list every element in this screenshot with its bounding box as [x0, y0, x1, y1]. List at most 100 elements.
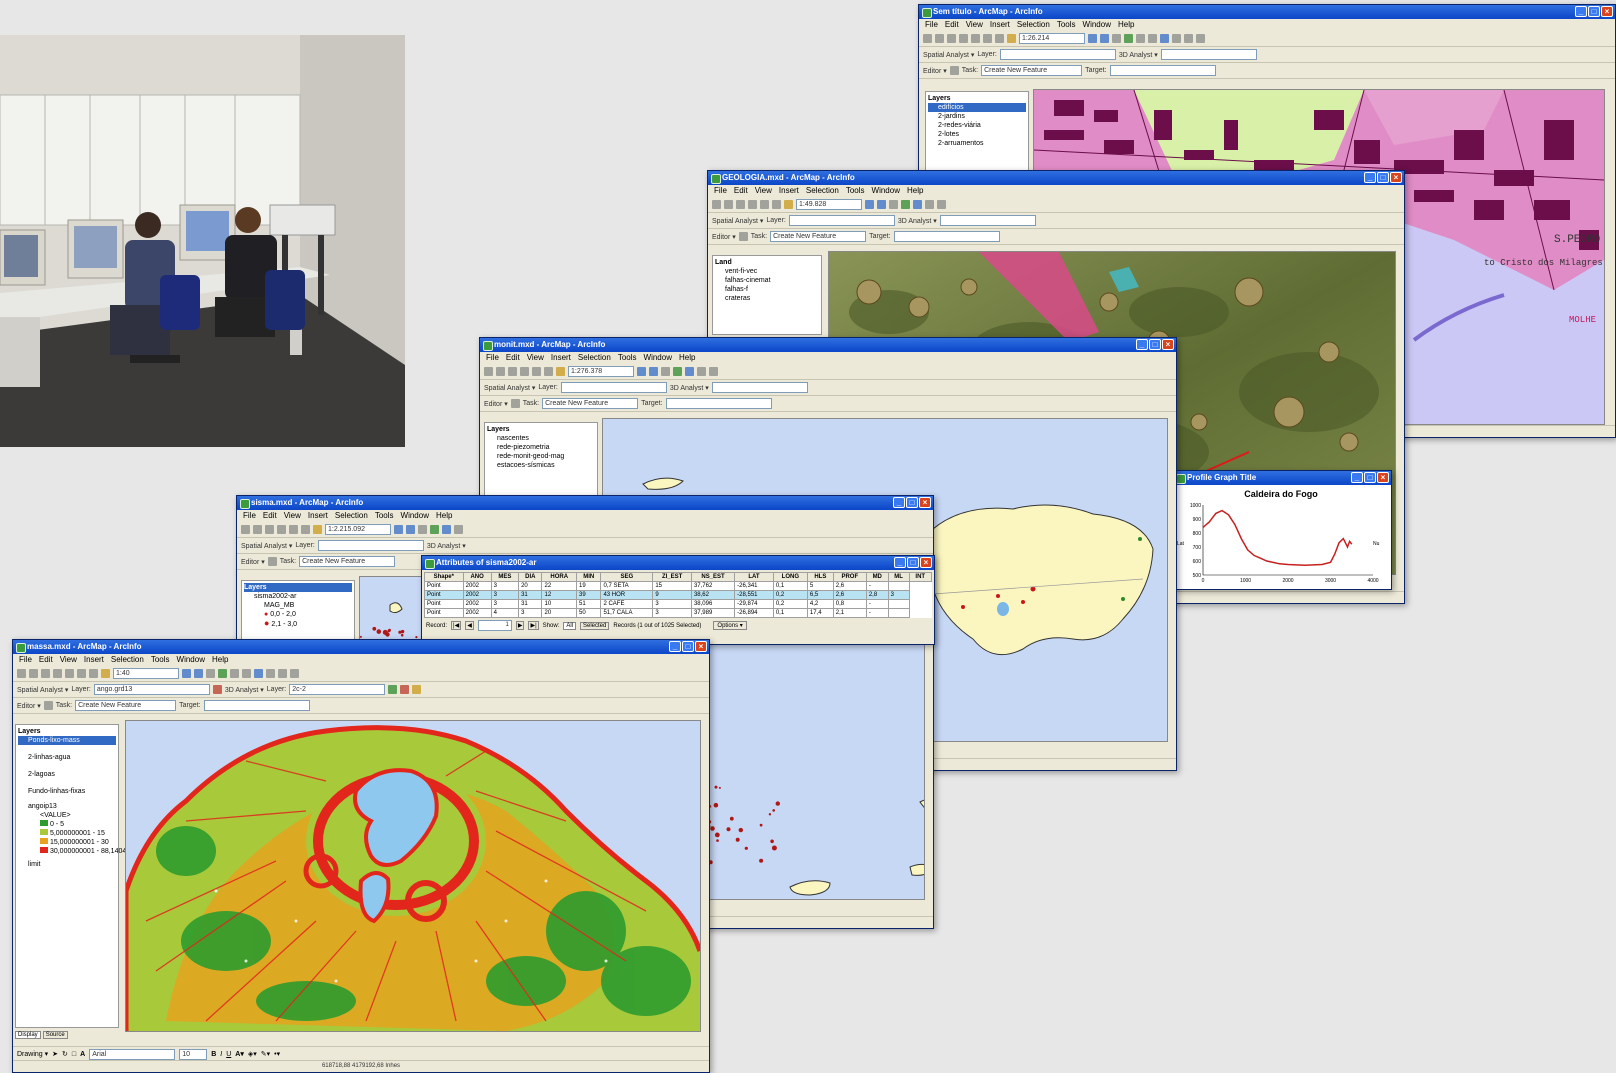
editor-menu[interactable]: Editor ▾: [923, 67, 947, 75]
table-row-selected[interactable]: Point 2002 3 31 12 39 43 HOR 9 38,62 -28,551 0,2 6,…: [424, 590, 932, 600]
3d-analyst-menu[interactable]: 3D Analyst ▾: [1119, 51, 1158, 59]
spatial-analyst-menu[interactable]: Spatial Analyst ▾: [484, 384, 535, 392]
fill-color-icon[interactable]: ◈▾: [248, 1050, 257, 1058]
menu-view[interactable]: View: [966, 20, 983, 29]
find-icon[interactable]: [937, 200, 946, 209]
toc-layer[interactable]: falhas-cinemat: [715, 276, 819, 285]
table-of-contents[interactable]: Layers nascentes rede-piezometria rede-m…: [484, 422, 598, 502]
identify-icon[interactable]: [454, 525, 463, 534]
layer-combo[interactable]: ango.grd13: [93, 684, 210, 695]
copy-icon[interactable]: [772, 200, 781, 209]
title-bar[interactable]: GEOLOGIA.mxd - ArcMap - ArcInfo _ □ ×: [708, 171, 1404, 185]
zoom-out-icon[interactable]: [877, 200, 886, 209]
toc-layer[interactable]: crateras: [715, 294, 819, 303]
sketch-tool-icon[interactable]: [267, 557, 277, 566]
scale-combo[interactable]: 1:26.214: [1019, 33, 1085, 44]
3d-layer-combo[interactable]: [1160, 49, 1257, 60]
select-icon[interactable]: [1160, 34, 1169, 43]
menu-file[interactable]: File: [925, 20, 938, 29]
table-of-contents[interactable]: Layers Ponds-lixo-mass 2-linhas-agua 2-l…: [15, 724, 126, 1028]
contour-icon[interactable]: [400, 685, 410, 694]
add-data-icon[interactable]: [1007, 34, 1016, 43]
menu-view[interactable]: View: [527, 353, 544, 362]
select-icon[interactable]: [442, 525, 451, 534]
copy-icon[interactable]: [77, 669, 86, 678]
task-combo[interactable]: Create New Feature: [75, 700, 177, 711]
interpolate-icon[interactable]: [388, 685, 398, 694]
spatial-analyst-menu[interactable]: Spatial Analyst ▾: [17, 686, 68, 694]
marker-color-icon[interactable]: •▾: [274, 1050, 280, 1058]
save-icon[interactable]: [508, 367, 517, 376]
zoom-in-icon[interactable]: [182, 669, 191, 678]
menu-view[interactable]: View: [284, 511, 301, 520]
drawing-menu[interactable]: Drawing ▾: [17, 1050, 48, 1058]
spatial-analyst-menu[interactable]: Spatial Analyst ▾: [923, 51, 974, 59]
zoom-in-icon[interactable]: [394, 525, 403, 534]
layer-combo[interactable]: [317, 540, 424, 551]
measure-icon[interactable]: [1196, 34, 1205, 43]
new-icon[interactable]: [923, 34, 932, 43]
table-of-contents[interactable]: Land vent-fi-vec falhas-cinemat falhas-f…: [712, 255, 822, 335]
toc-layer[interactable]: 2-jardins: [928, 112, 1026, 121]
open-icon[interactable]: [935, 34, 944, 43]
sketch-tool-icon[interactable]: [43, 701, 53, 710]
scale-combo[interactable]: 1:2.215.092: [325, 524, 391, 535]
close-button[interactable]: ×: [1601, 6, 1613, 17]
show-selected-button[interactable]: Selected: [580, 621, 610, 630]
menu-tools[interactable]: Tools: [375, 511, 394, 520]
column-header[interactable]: SEG: [600, 572, 654, 582]
column-header[interactable]: MIN: [576, 572, 602, 582]
zoom-in-icon[interactable]: [865, 200, 874, 209]
new-icon[interactable]: [712, 200, 721, 209]
menu-window[interactable]: Window: [1083, 20, 1111, 29]
print-icon[interactable]: [53, 669, 62, 678]
cut-icon[interactable]: [289, 525, 298, 534]
pan-icon[interactable]: [206, 669, 215, 678]
toc-layer[interactable]: 2-linhas-agua: [18, 753, 116, 762]
menu-window[interactable]: Window: [644, 353, 672, 362]
menu-insert[interactable]: Insert: [84, 655, 104, 664]
save-icon[interactable]: [41, 669, 50, 678]
new-icon[interactable]: [484, 367, 493, 376]
menu-tools[interactable]: Tools: [846, 186, 865, 195]
open-icon[interactable]: [496, 367, 505, 376]
3d-analyst-menu[interactable]: 3D Analyst ▾: [898, 217, 937, 225]
print-icon[interactable]: [520, 367, 529, 376]
attribute-grid[interactable]: Shape* ANO MES DIA HORA MIN SEG ZI_EST NS_EST LAT…: [424, 572, 932, 618]
next-record-button[interactable]: ▶: [515, 621, 525, 630]
identify-icon[interactable]: [1172, 34, 1181, 43]
toc-layer[interactable]: vent-fi-vec: [715, 267, 819, 276]
cut-icon[interactable]: [760, 200, 769, 209]
menu-help[interactable]: Help: [1118, 20, 1134, 29]
bold-icon[interactable]: B: [211, 1051, 216, 1058]
column-header[interactable]: LAT: [734, 572, 774, 582]
column-header[interactable]: MD: [865, 572, 889, 582]
new-icon[interactable]: [17, 669, 26, 678]
toc-layer[interactable]: 2-arruamentos: [928, 139, 1026, 148]
copy-icon[interactable]: [301, 525, 310, 534]
open-icon[interactable]: [29, 669, 38, 678]
arcmap-window-massa[interactable]: massa.mxd - ArcMap - ArcInfo _ □ × File Edi…: [12, 639, 710, 1073]
menu-view[interactable]: View: [60, 655, 77, 664]
close-button[interactable]: ×: [1377, 472, 1389, 483]
menu-insert[interactable]: Insert: [551, 353, 571, 362]
menu-insert[interactable]: Insert: [308, 511, 328, 520]
3d-analyst-menu[interactable]: 3D Analyst ▾: [427, 542, 466, 550]
editor-menu[interactable]: Editor ▾: [712, 233, 736, 241]
target-combo[interactable]: [203, 700, 310, 711]
attribute-table-window[interactable]: Attributes of sisma2002-ar _ □ × Shape* ANO…: [421, 555, 935, 645]
task-combo[interactable]: Create New Feature: [770, 231, 867, 242]
find-icon[interactable]: [709, 367, 718, 376]
3d-analyst-menu[interactable]: 3D Analyst ▾: [670, 384, 709, 392]
save-icon[interactable]: [736, 200, 745, 209]
minimize-button[interactable]: _: [1351, 472, 1363, 483]
menu-file[interactable]: File: [714, 186, 727, 195]
print-icon[interactable]: [959, 34, 968, 43]
paste-icon[interactable]: [995, 34, 1004, 43]
print-icon[interactable]: [748, 200, 757, 209]
target-combo[interactable]: [665, 398, 772, 409]
full-extent-icon[interactable]: [430, 525, 439, 534]
toc-layer[interactable]: falhas-f: [715, 285, 819, 294]
editor-menu[interactable]: Editor ▾: [484, 400, 508, 408]
select-icon[interactable]: [685, 367, 694, 376]
